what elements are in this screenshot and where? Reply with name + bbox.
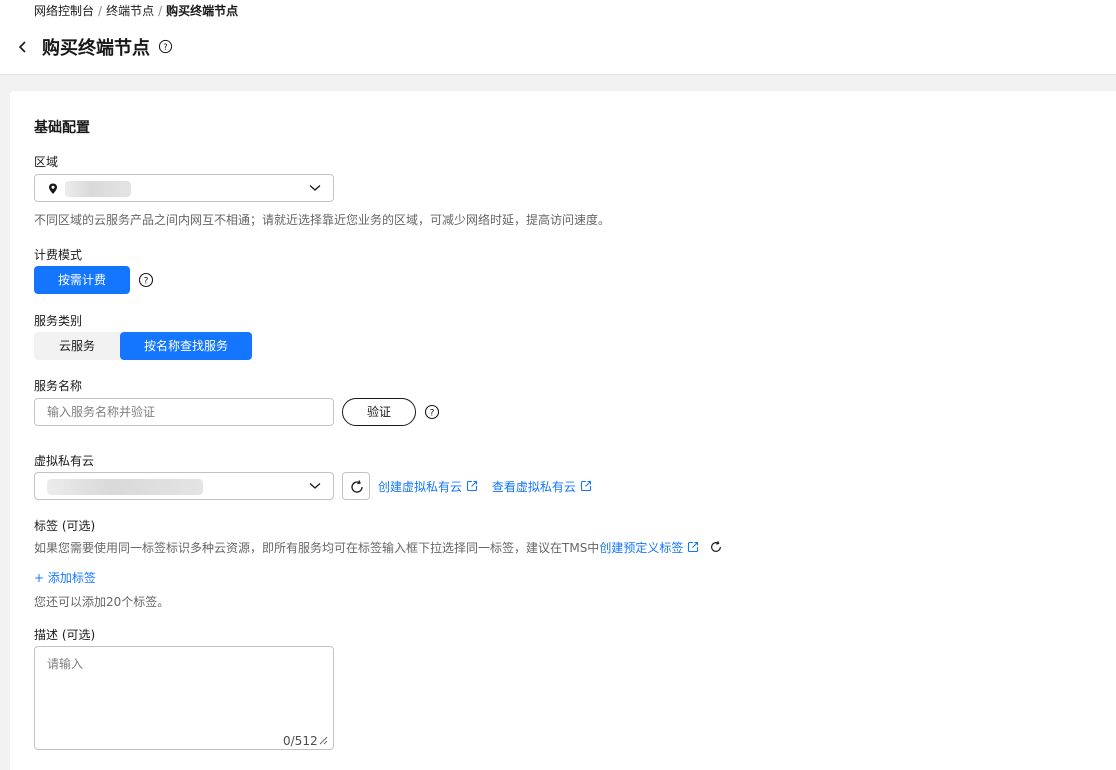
add-tag-link[interactable]: + 添加标签 [34,569,96,586]
verify-button[interactable]: 验证 [342,398,416,426]
external-link-icon [580,480,591,492]
region-select[interactable] [34,174,334,202]
breadcrumb-network-console[interactable]: 网络控制台 [34,4,94,18]
view-vpc-link-label: 查看虚拟私有云 [491,480,576,494]
external-link-icon [466,480,478,492]
service-name-label: 服务名称 [34,379,83,393]
region-value-redacted [65,181,131,197]
create-predefined-tag-link[interactable]: 创建预定义标签 [599,541,699,555]
help-icon[interactable]: ? [424,404,440,420]
chevron-left-icon[interactable] [14,36,32,58]
vpc-label: 虚拟私有云 [34,454,95,468]
tags-hint-row: 如果您需要使用同一标签标识多种云资源，即所有服务均可在标签输入框下拉选择同一标签… [34,539,723,556]
section-title: 基础配置 [34,120,90,136]
svg-text:?: ? [144,277,149,287]
tags-label: 标签 (可选) [34,519,96,533]
region-label: 区域 [34,155,59,169]
chevron-down-icon [309,185,321,191]
help-icon[interactable]: ? [138,272,154,288]
service-name-input[interactable] [34,398,334,426]
page-header: 网络控制台 / 终端节点 / 购买终端节点 购买终端节点 ? [0,0,1116,75]
vpc-refresh-button[interactable] [342,472,370,500]
billing-on-demand-button[interactable]: 按需计费 [34,266,130,294]
help-icon[interactable]: ? [158,39,173,54]
tags-remaining-hint: 您还可以添加20个标签。 [34,595,170,609]
tags-hint: 如果您需要使用同一标签标识多种云资源，即所有服务均可在标签输入框下拉选择同一标签… [34,541,600,555]
vpc-select[interactable] [34,472,334,500]
refresh-icon [351,480,363,493]
breadcrumb-current: 购买终端节点 [166,4,239,18]
refresh-icon[interactable] [709,540,723,554]
vpc-links: 创建虚拟私有云 查看虚拟私有云 [378,478,592,495]
create-vpc-link[interactable]: 创建虚拟私有云 [378,480,478,494]
view-vpc-link[interactable]: 查看虚拟私有云 [492,480,592,494]
service-type-cloud-tab[interactable]: 云服务 [34,332,120,360]
basic-config-card: 基础配置 区域 不同区域的云服务产品之间内网互不相通；请就近选择靠近您业务的区域… [10,91,1116,770]
billing-mode-label: 计费模式 [34,248,83,262]
service-type-label: 服务类别 [34,314,83,328]
location-pin-icon [49,183,57,194]
description-label: 描述 (可选) [34,628,96,642]
breadcrumb: 网络控制台 / 终端节点 / 购买终端节点 [34,2,238,19]
chevron-down-icon [309,483,321,489]
page-title: 购买终端节点 [42,38,150,59]
service-type-by-name-tab[interactable]: 按名称查找服务 [120,332,252,360]
vpc-value-redacted [47,479,203,495]
create-predefined-tag-label: 创建预定义标签 [599,541,684,555]
breadcrumb-separator: / [98,4,103,18]
breadcrumb-separator: / [158,4,163,18]
create-vpc-link-label: 创建虚拟私有云 [378,480,463,494]
external-link-icon [688,541,699,553]
svg-text:?: ? [430,409,435,419]
region-hint: 不同区域的云服务产品之间内网互不相通；请就近选择靠近您业务的区域，可减少网络时延… [34,213,611,227]
description-char-counter: 0/512 [283,734,318,748]
breadcrumb-endpoints[interactable]: 终端节点 [106,4,154,18]
resize-icon[interactable] [319,736,328,745]
svg-text:?: ? [163,42,167,52]
